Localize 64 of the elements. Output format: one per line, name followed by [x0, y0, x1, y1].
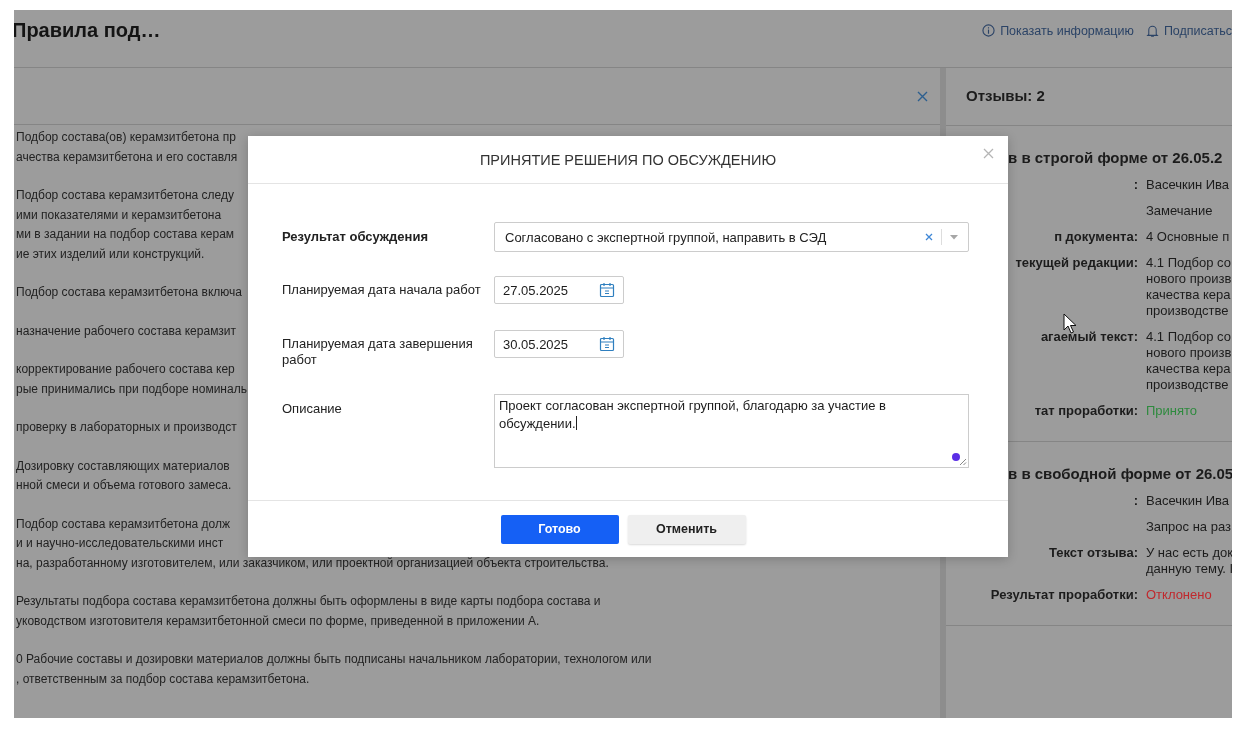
field-label: Описание	[282, 401, 343, 417]
document-line: и и научно-исследовательскими инст	[16, 535, 224, 552]
field-label: Результат обсуждения	[282, 229, 429, 245]
field-label: :	[1133, 493, 1138, 508]
field-label: тат проработки:	[1034, 403, 1138, 418]
done-button[interactable]: Готово	[500, 514, 619, 544]
document-line: на, разработанному изготовителем, или заказчиком, или проектной организацией объекта строительства.	[16, 554, 609, 572]
field-label: текущей редакции:	[1015, 255, 1138, 270]
header-link[interactable]: Показать информацию	[982, 23, 1134, 38]
document-line: уководством изготовителя керамзитбетонной смеси по форме, приведенной в приложении А.	[16, 612, 540, 630]
document-line: Подбор состава керамзитбетона следу	[16, 187, 234, 204]
header-link[interactable]: Подписатьс	[1145, 23, 1232, 38]
cancel-button[interactable]: Отменить	[627, 514, 746, 544]
document-line: Результаты подбора состава керамзитбетона должны быть оформлены в виде карты подбора состава и	[16, 593, 601, 610]
close-icon[interactable]	[983, 148, 994, 159]
document-line: ми в задании на подбор состава керам	[16, 226, 235, 243]
field-label: :	[1133, 177, 1138, 192]
document-line: назначение рабочего состава керамзит	[16, 322, 236, 340]
date-field[interactable]: 27.05.2025	[494, 276, 624, 304]
field-label: Результат проработки:	[990, 587, 1138, 602]
resize-grip-icon[interactable]	[959, 458, 967, 466]
close-icon[interactable]	[917, 90, 928, 102]
select-field[interactable]: Согласовано с экспертной группой, направить в СЭД	[494, 222, 969, 252]
info-icon	[982, 24, 996, 37]
document-line: Дозировку составляющих материалов	[16, 457, 230, 475]
status-text: Отклонено	[1146, 587, 1212, 603]
review-heading: в в строгой форме от 26.05.2	[1008, 149, 1223, 167]
field-label: Планируемая дата завершения работ	[282, 336, 474, 368]
field-label: Текст отзыва:	[1049, 545, 1138, 560]
document-line: Подбор состава керамзитбетона долж	[16, 515, 231, 533]
page-title: Правила под…	[14, 19, 161, 42]
review-heading: в в свободной форме от 26.05	[1008, 465, 1232, 483]
status-text: Принято	[1146, 403, 1198, 419]
document-line: корректирование рабочего состава кер	[16, 361, 235, 378]
calendar-icon[interactable]	[599, 336, 615, 352]
field-value: Васечкин Ива	[1146, 177, 1230, 193]
document-line: проверку в лабораторных и производст	[16, 419, 237, 436]
field-label: п документа:	[1054, 229, 1138, 244]
dialog-title: ПРИНЯТИЕ РЕШЕНИЯ ПО ОБСУЖДЕНИЮ	[479, 151, 777, 168]
field-value: Васечкин Ива	[1146, 493, 1230, 509]
document-line: 0 Рабочие составы и дозировки материалов должны быть подписаны начальником лаборатории, технологом или	[16, 651, 652, 668]
field-label: агаемый текст:	[1040, 329, 1138, 344]
document-line: Подбор состава керамзитбетона включа	[16, 284, 242, 301]
field-value: Запрос на раз	[1146, 519, 1231, 535]
document-line: ими показателями и керамзитбетона	[16, 206, 222, 224]
field-label: Планируемая дата начала работ	[282, 282, 482, 298]
document-line: рые принимались при подборе номиналь	[16, 380, 247, 398]
field-value: 4.1 Подбор со нового произв качества кера производстве	[1146, 329, 1232, 393]
caret-icon	[950, 234, 958, 240]
document-line: ие этих изделий или конструкций.	[16, 245, 205, 263]
field-value: 4 Основные п	[1146, 229, 1230, 245]
reviews-count: Отзывы: 2	[946, 68, 1232, 126]
calendar-icon[interactable]	[599, 282, 615, 298]
field-value: 4.1 Подбор со нового произв качества кера производстве	[1146, 255, 1232, 319]
bell-icon	[1145, 23, 1159, 38]
document-line: Подбор состава(ов) керамзитбетона пр	[16, 129, 236, 146]
dot-icon	[952, 453, 960, 461]
clear-icon[interactable]	[925, 233, 933, 241]
document-line: , ответственным за подбор состава керамзитбетона.	[16, 670, 310, 688]
document-line: ачества керамзитбетона и его составля	[16, 148, 238, 166]
date-field[interactable]: 30.05.2025	[494, 330, 624, 358]
field-value: Замечание	[1146, 203, 1213, 219]
document-line: нной смеси и объема готового замеса.	[16, 477, 232, 494]
description-field[interactable]: Проект согласован экспертной группой, благодарю за участие в обсуждении.	[494, 394, 969, 468]
